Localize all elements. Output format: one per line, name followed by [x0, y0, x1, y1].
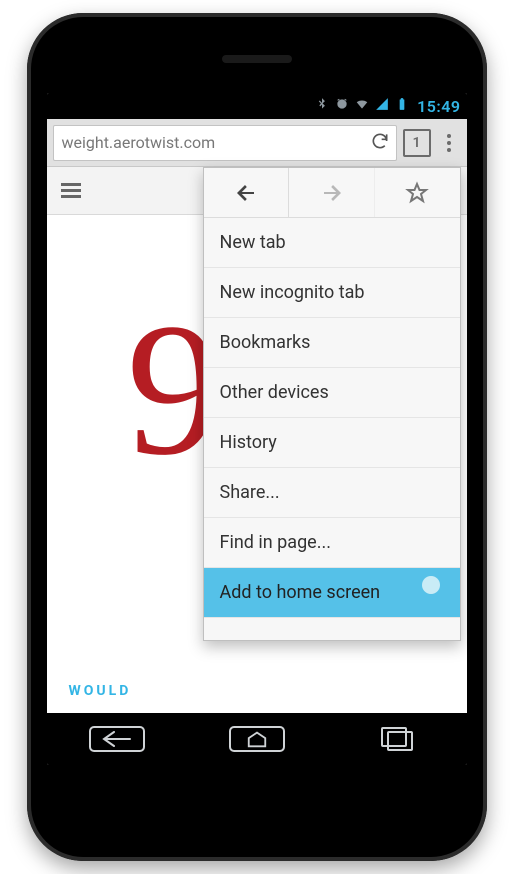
bluetooth-icon — [315, 97, 329, 115]
menu-item-label: Bookmarks — [220, 332, 311, 353]
touch-indicator — [422, 576, 440, 594]
menu-item-label: New tab — [220, 232, 286, 253]
phone-frame: 15:49 weight.aerotwist.com 1 9 WOULD — [27, 13, 487, 861]
menu-item-add-to-home-screen[interactable]: Add to home screen — [204, 568, 460, 618]
hamburger-icon[interactable] — [61, 183, 81, 198]
menu-item-request-desktop-site[interactable]: Request desktop site — [204, 618, 460, 640]
url-text: weight.aerotwist.com — [62, 133, 216, 152]
menu-item-label: History — [220, 432, 277, 453]
menu-item-share[interactable]: Share... — [204, 468, 460, 518]
battery-icon — [395, 97, 409, 115]
earpiece — [222, 55, 292, 63]
menu-item-label: Add to home screen — [220, 582, 381, 603]
signal-icon — [375, 97, 389, 115]
menu-item-label: New incognito tab — [220, 282, 365, 303]
menu-item-label: Find in page... — [220, 532, 331, 553]
menu-item-label: Share... — [220, 482, 280, 503]
alarm-icon — [335, 97, 349, 115]
nav-home-button[interactable] — [229, 726, 285, 752]
url-input[interactable]: weight.aerotwist.com — [53, 125, 397, 161]
reload-icon[interactable] — [370, 131, 390, 155]
screen: 15:49 weight.aerotwist.com 1 9 WOULD — [47, 93, 467, 765]
clock-time: 15:49 — [415, 97, 460, 116]
tabs-button[interactable]: 1 — [403, 129, 431, 157]
tab-count: 1 — [413, 135, 421, 151]
nav-recent-button[interactable] — [369, 726, 425, 752]
menu-item-new-tab[interactable]: New tab — [204, 218, 460, 268]
menu-item-bookmarks[interactable]: Bookmarks — [204, 318, 460, 368]
chrome-url-bar: weight.aerotwist.com 1 — [47, 119, 467, 167]
android-nav-bar — [47, 713, 467, 765]
overflow-menu-icon[interactable] — [437, 134, 461, 152]
menu-back-button[interactable] — [204, 168, 290, 217]
menu-item-new-incognito-tab[interactable]: New incognito tab — [204, 268, 460, 318]
teaser-text: WOULD — [69, 683, 132, 699]
menu-item-label: Other devices — [220, 382, 329, 403]
nav-back-button[interactable] — [89, 726, 145, 752]
menu-item-find-in-page[interactable]: Find in page... — [204, 518, 460, 568]
menu-forward-button — [289, 168, 375, 217]
android-status-bar: 15:49 — [47, 93, 467, 119]
wifi-icon — [355, 97, 369, 115]
menu-item-history[interactable]: History — [204, 418, 460, 468]
menu-item-other-devices[interactable]: Other devices — [204, 368, 460, 418]
overflow-menu: New tab New incognito tab Bookmarks Other d… — [203, 167, 461, 641]
menu-star-button[interactable] — [375, 168, 460, 217]
